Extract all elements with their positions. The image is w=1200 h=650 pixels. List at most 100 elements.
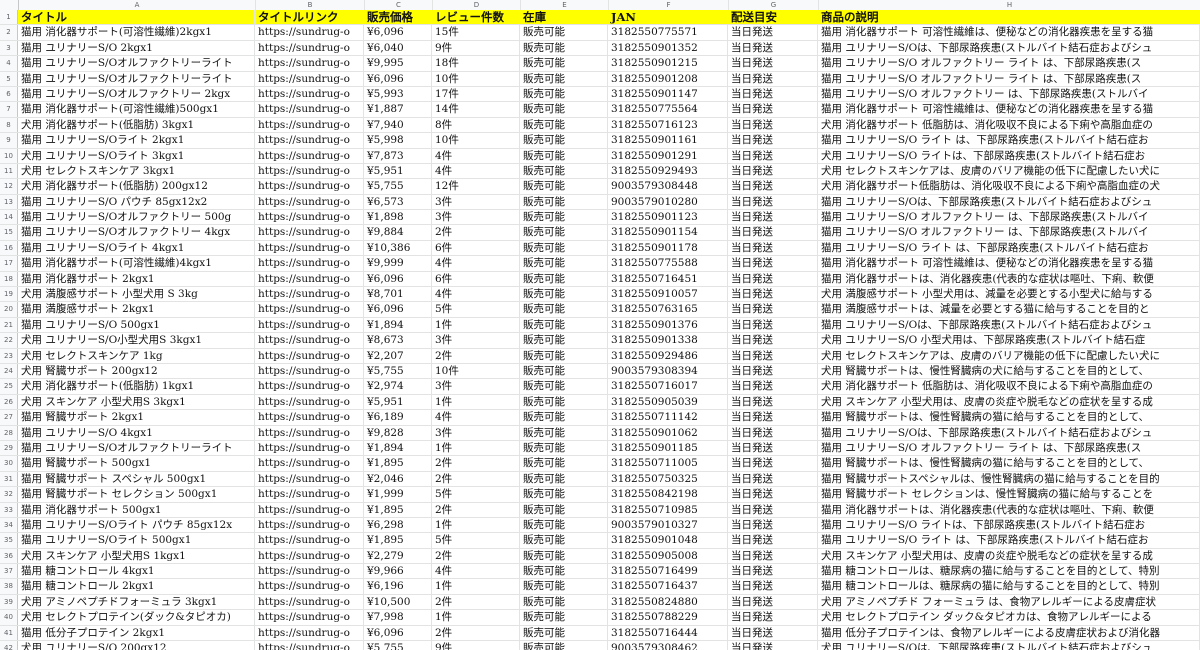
title-cell[interactable]: 犬用 ユリナリーS/O 200gx12 (18, 641, 255, 650)
jan-cell[interactable]: 3182550763165 (608, 302, 728, 317)
shipping-cell[interactable]: 当日発送 (728, 56, 818, 71)
price-cell[interactable]: ¥6,096 (364, 71, 432, 86)
title-link-cell[interactable]: https://sundrug-o (255, 333, 364, 348)
title-cell[interactable]: 猫用 ユリナリーS/Oライト パウチ 85gx12x (18, 517, 255, 533)
price-cell[interactable]: ¥1,895 (364, 456, 432, 471)
price-cell[interactable]: ¥10,500 (364, 594, 432, 610)
shipping-cell[interactable]: 当日発送 (728, 194, 818, 210)
jan-cell[interactable]: 3182550842198 (608, 487, 728, 502)
title-link-cell[interactable]: https://sundrug-o (255, 456, 364, 471)
price-cell[interactable]: ¥1,999 (364, 487, 432, 502)
title-link-cell[interactable]: https://sundrug-o (255, 163, 364, 179)
jan-cell[interactable]: 3182550750325 (608, 471, 728, 487)
title-cell[interactable]: 犬用 消化器サポート(低脂肪) 200gx12 (18, 179, 255, 194)
shipping-cell[interactable]: 当日発送 (728, 410, 818, 425)
shipping-cell[interactable]: 当日発送 (728, 625, 818, 641)
description-cell[interactable]: 猫用 ユリナリーS/Oは、下部尿路疾患(ストルバイト結石症およびシュ (818, 40, 1200, 56)
row-number[interactable]: 17 (0, 256, 18, 271)
row-number[interactable]: 5 (0, 71, 18, 86)
title-link-cell[interactable]: https://sundrug-o (255, 210, 364, 225)
row-number[interactable]: 6 (0, 86, 18, 102)
stock-cell[interactable]: 販売可能 (520, 348, 608, 363)
review-count-cell[interactable]: 3件 (432, 333, 520, 348)
shipping-cell[interactable]: 当日発送 (728, 40, 818, 56)
review-count-cell[interactable]: 4件 (432, 410, 520, 425)
title-link-cell[interactable]: https://sundrug-o (255, 117, 364, 133)
jan-cell[interactable]: 9003579308448 (608, 179, 728, 194)
description-cell[interactable]: 猫用 ユリナリーS/O オルファクトリー ライト は、下部尿路疾患(ス (818, 56, 1200, 71)
header-cell[interactable]: タイトル (18, 10, 255, 25)
title-cell[interactable]: 猫用 ユリナリーS/Oオルファクトリー 500g (18, 210, 255, 225)
price-cell[interactable]: ¥5,755 (364, 363, 432, 379)
price-cell[interactable]: ¥5,993 (364, 86, 432, 102)
jan-cell[interactable]: 3182550716123 (608, 117, 728, 133)
description-cell[interactable]: 犬用 スキンケア 小型犬用は、皮膚の炎症や脱毛などの症状を呈する成 (818, 394, 1200, 410)
stock-cell[interactable]: 販売可能 (520, 379, 608, 394)
title-cell[interactable]: 猫用 ユリナリーS/Oライト 500gx1 (18, 533, 255, 548)
review-count-cell[interactable]: 5件 (432, 302, 520, 317)
title-cell[interactable]: 犬用 スキンケア 小型犬用S 3kgx1 (18, 394, 255, 410)
title-link-cell[interactable]: https://sundrug-o (255, 179, 364, 194)
row-number[interactable]: 22 (0, 333, 18, 348)
title-link-cell[interactable]: https://sundrug-o (255, 102, 364, 117)
description-cell[interactable]: 猫用 ユリナリーS/Oは、下部尿路疾患(ストルバイト結石症およびシュ (818, 194, 1200, 210)
row-number[interactable]: 26 (0, 394, 18, 410)
review-count-cell[interactable]: 8件 (432, 117, 520, 133)
stock-cell[interactable]: 販売可能 (520, 317, 608, 333)
review-count-cell[interactable]: 10件 (432, 71, 520, 86)
jan-cell[interactable]: 9003579010280 (608, 194, 728, 210)
stock-cell[interactable]: 販売可能 (520, 394, 608, 410)
shipping-cell[interactable]: 当日発送 (728, 210, 818, 225)
description-cell[interactable]: 猫用 糖コントロールは、糖尿病の猫に給与することを目的として、特別 (818, 579, 1200, 594)
price-cell[interactable]: ¥1,894 (364, 440, 432, 456)
description-cell[interactable]: 犬用 ユリナリーS/O 小型犬用は、下部尿路疾患(ストルバイト結石症 (818, 333, 1200, 348)
price-cell[interactable]: ¥6,196 (364, 579, 432, 594)
price-cell[interactable]: ¥2,046 (364, 471, 432, 487)
shipping-cell[interactable]: 当日発送 (728, 71, 818, 86)
title-cell[interactable]: 犬用 セレクトスキンケア 3kgx1 (18, 163, 255, 179)
title-cell[interactable]: 猫用 消化器サポート(可溶性繊維)2kgx1 (18, 25, 255, 40)
title-cell[interactable]: 犬用 満腹感サポート 小型犬用 S 3kg (18, 287, 255, 302)
jan-cell[interactable]: 3182550901161 (608, 133, 728, 148)
jan-cell[interactable]: 3182550716451 (608, 271, 728, 287)
shipping-cell[interactable]: 当日発送 (728, 610, 818, 625)
description-cell[interactable]: 猫用 糖コントロールは、糖尿病の猫に給与することを目的として、特別 (818, 564, 1200, 579)
title-link-cell[interactable]: https://sundrug-o (255, 317, 364, 333)
title-cell[interactable]: 猫用 ユリナリーS/Oライト 2kgx1 (18, 133, 255, 148)
shipping-cell[interactable]: 当日発送 (728, 148, 818, 163)
title-link-cell[interactable]: https://sundrug-o (255, 394, 364, 410)
header-cell[interactable]: JAN (608, 10, 728, 25)
price-cell[interactable]: ¥6,189 (364, 410, 432, 425)
stock-cell[interactable]: 販売可能 (520, 102, 608, 117)
jan-cell[interactable]: 3182550711142 (608, 410, 728, 425)
row-number[interactable]: 37 (0, 564, 18, 579)
description-cell[interactable]: 犬用 セレクトスキンケアは、皮膚のバリア機能の低下に配慮したい犬に (818, 163, 1200, 179)
shipping-cell[interactable]: 当日発送 (728, 225, 818, 240)
title-cell[interactable]: 犬用 ユリナリーS/Oライト 3kgx1 (18, 148, 255, 163)
row-number[interactable]: 14 (0, 210, 18, 225)
title-cell[interactable]: 猫用 ユリナリーS/O 2kgx1 (18, 40, 255, 56)
price-cell[interactable]: ¥5,951 (364, 394, 432, 410)
row-number[interactable]: 1 (0, 10, 18, 25)
title-link-cell[interactable]: https://sundrug-o (255, 579, 364, 594)
column-header-f[interactable]: F (609, 0, 729, 10)
title-cell[interactable]: 猫用 満腹感サポート 2kgx1 (18, 302, 255, 317)
title-link-cell[interactable]: https://sundrug-o (255, 56, 364, 71)
price-cell[interactable]: ¥9,999 (364, 256, 432, 271)
title-cell[interactable]: 犬用 スキンケア 小型犬用S 1kgx1 (18, 548, 255, 564)
stock-cell[interactable]: 販売可能 (520, 440, 608, 456)
title-cell[interactable]: 猫用 腎臓サポート 2kgx1 (18, 410, 255, 425)
row-number[interactable]: 9 (0, 133, 18, 148)
stock-cell[interactable]: 販売可能 (520, 56, 608, 71)
title-cell[interactable]: 犬用 腎臓サポート 200gx12 (18, 363, 255, 379)
price-cell[interactable]: ¥1,894 (364, 317, 432, 333)
review-count-cell[interactable]: 12件 (432, 179, 520, 194)
shipping-cell[interactable]: 当日発送 (728, 256, 818, 271)
review-count-cell[interactable]: 4件 (432, 287, 520, 302)
stock-cell[interactable]: 販売可能 (520, 179, 608, 194)
title-cell[interactable]: 猫用 腎臓サポート セレクション 500gx1 (18, 487, 255, 502)
stock-cell[interactable]: 販売可能 (520, 210, 608, 225)
review-count-cell[interactable]: 4件 (432, 148, 520, 163)
jan-cell[interactable]: 3182550716437 (608, 579, 728, 594)
jan-cell[interactable]: 3182550929493 (608, 163, 728, 179)
